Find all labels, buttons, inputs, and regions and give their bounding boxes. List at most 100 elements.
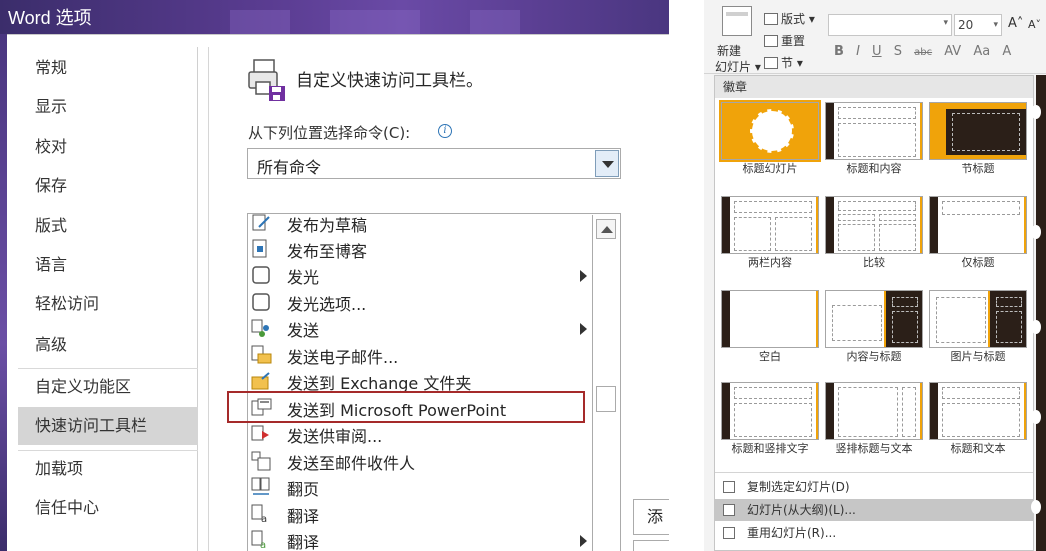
nav-item-quick-access-toolbar[interactable]: 快速访问工具栏 <box>18 407 198 445</box>
chevron-down-icon[interactable] <box>595 150 619 177</box>
list-item-label: 发送供审阅... <box>287 427 383 446</box>
add-button[interactable]: 添 <box>633 499 669 535</box>
clear-format-button[interactable]: A <box>1002 44 1011 59</box>
font-size-input[interactable]: 20 ▾ <box>954 14 1002 36</box>
layout-tile-title-slide[interactable] <box>719 100 821 162</box>
layout-tile-content-caption[interactable] <box>825 290 923 348</box>
submenu-arrow-icon <box>580 323 587 335</box>
vertical-text-placeholder <box>734 403 812 437</box>
commands-scrollbar[interactable] <box>592 215 619 551</box>
list-item[interactable]: 发布至博客 <box>248 236 593 262</box>
layout-gallery: 徽章 标题幻灯片 标题和内容 节标题 两栏内容 比较 仅标题 空白 内容与标题 … <box>714 75 1034 551</box>
underline-button[interactable]: U <box>872 44 882 59</box>
nav-item-customize-ribbon[interactable]: 自定义功能区 <box>18 368 198 406</box>
heading-placeholder <box>838 214 875 221</box>
info-icon[interactable]: i <box>438 124 452 138</box>
shadow-button[interactable]: S <box>894 44 902 59</box>
layout-tile-blank[interactable] <box>721 290 819 348</box>
layout-tile-vertical-title-text[interactable] <box>825 382 923 440</box>
accent-bar <box>988 291 990 347</box>
layout-tile-title-vertical-text[interactable] <box>721 382 819 440</box>
new-slide-label: 幻灯片 ▾ <box>715 60 761 74</box>
layout-tile-two-content[interactable] <box>721 196 819 254</box>
reset-button[interactable]: 重置 <box>764 32 805 49</box>
text-placeholder <box>942 403 1020 437</box>
layout-button[interactable]: 版式 ▾ <box>764 10 815 27</box>
character-spacing-button[interactable]: AV <box>944 44 961 59</box>
list-item[interactable]: 发送 <box>248 315 593 341</box>
grow-font-button[interactable]: A˄ <box>1008 16 1023 31</box>
nav-item-accessibility[interactable]: 轻松访问 <box>18 285 198 323</box>
list-item[interactable]: 发送至邮件收件人 <box>248 448 593 474</box>
submenu-arrow-icon <box>580 535 587 547</box>
translate-icon: a <box>251 504 267 524</box>
nav-item-typography[interactable]: 版式 <box>18 207 198 245</box>
scallop-edge <box>826 103 834 159</box>
scallop-bump <box>1031 500 1041 514</box>
layout-tile-title-only[interactable] <box>929 196 1027 254</box>
font-name-input[interactable]: ▾ <box>828 14 952 36</box>
dialog-frame <box>0 34 7 551</box>
strikethrough-button[interactable]: abc <box>914 47 932 58</box>
list-item[interactable]: 发送电子邮件... <box>248 342 593 368</box>
section-button[interactable]: 节 ▾ <box>764 54 803 71</box>
text-placeholder <box>838 387 898 437</box>
reuse-slides-icon <box>723 527 735 539</box>
content-placeholder <box>838 123 916 157</box>
title-bar-glow <box>230 10 290 34</box>
nav-item-proofing[interactable]: 校对 <box>18 128 198 166</box>
chevron-down-icon[interactable]: ▾ <box>993 18 998 32</box>
nav-item-save[interactable]: 保存 <box>18 167 198 205</box>
list-item-label: 发送电子邮件... <box>287 348 399 367</box>
title-placeholder <box>892 297 918 307</box>
list-item[interactable]: 发光 <box>248 262 593 288</box>
font-size-value: 20 <box>958 18 974 32</box>
reuse-slides-menu-item[interactable]: 重用幻灯片(R)... <box>715 522 1033 544</box>
scroll-up-arrow-icon[interactable] <box>596 219 616 239</box>
picture-placeholder <box>936 297 986 343</box>
chevron-down-icon[interactable]: ▾ <box>943 18 948 28</box>
nav-item-trust-center[interactable]: 信任中心 <box>18 489 198 527</box>
exchange-folder-icon <box>251 372 270 390</box>
scallop-bump <box>1031 225 1041 239</box>
commands-list[interactable]: 发布为草稿 发布至博客 发光 发光选项... 发送 发送电子邮件... 发送到 … <box>247 213 621 551</box>
scroll-thumb[interactable] <box>596 386 616 412</box>
layout-label: 标题和竖排文字 <box>731 442 809 455</box>
list-item-label: 发布为草稿 <box>287 216 368 235</box>
list-item[interactable]: 翻页 <box>248 474 593 500</box>
list-item[interactable]: 发布为草稿 <box>248 214 593 236</box>
section-heading: 自定义快速访问工具栏。 <box>296 71 483 91</box>
dialog-title: Word 选项 <box>8 8 92 28</box>
list-item-label: 发送 <box>287 321 320 340</box>
new-slide-button[interactable]: 新建 幻灯片 ▾ <box>714 4 762 74</box>
list-item[interactable]: a 翻译 <box>248 501 593 527</box>
nav-item-general[interactable]: 常规 <box>18 49 198 87</box>
new-slide-icon <box>722 6 752 36</box>
layout-tile-title-text[interactable] <box>929 382 1027 440</box>
nav-item-display[interactable]: 显示 <box>18 88 198 126</box>
list-item[interactable]: 发光选项... <box>248 289 593 315</box>
layout-tile-comparison[interactable] <box>825 196 923 254</box>
slides-from-outline-menu-item[interactable]: 幻灯片(从大纲)(L)... <box>715 499 1033 521</box>
title-placeholder <box>996 297 1022 307</box>
choose-commands-dropdown[interactable]: 所有命令 <box>247 148 621 179</box>
nav-item-add-ins[interactable]: 加载项 <box>18 450 198 488</box>
bold-button[interactable]: B <box>834 44 844 59</box>
remove-button[interactable] <box>633 540 669 551</box>
accent-bar <box>920 103 922 159</box>
gap <box>669 0 704 551</box>
layout-tile-section-header[interactable] <box>929 102 1027 160</box>
shrink-font-button[interactable]: A˅ <box>1028 18 1041 31</box>
list-item[interactable]: a 翻译 <box>248 527 593 551</box>
list-item[interactable]: 发送供审阅... <box>248 421 593 447</box>
italic-button[interactable]: I <box>856 44 860 59</box>
nav-item-advanced[interactable]: 高级 <box>18 326 198 364</box>
nav-item-language[interactable]: 语言 <box>18 246 198 284</box>
accent-bar <box>884 291 886 347</box>
layout-tile-picture-caption[interactable] <box>929 290 1027 348</box>
text-placeholder <box>892 311 918 343</box>
layout-tile-title-content[interactable] <box>825 102 923 160</box>
menu-item-label: 重用幻灯片(R)... <box>747 526 837 540</box>
duplicate-slide-menu-item[interactable]: 复制选定幻灯片(D) <box>715 476 1033 498</box>
change-case-button[interactable]: Aa <box>973 44 990 59</box>
